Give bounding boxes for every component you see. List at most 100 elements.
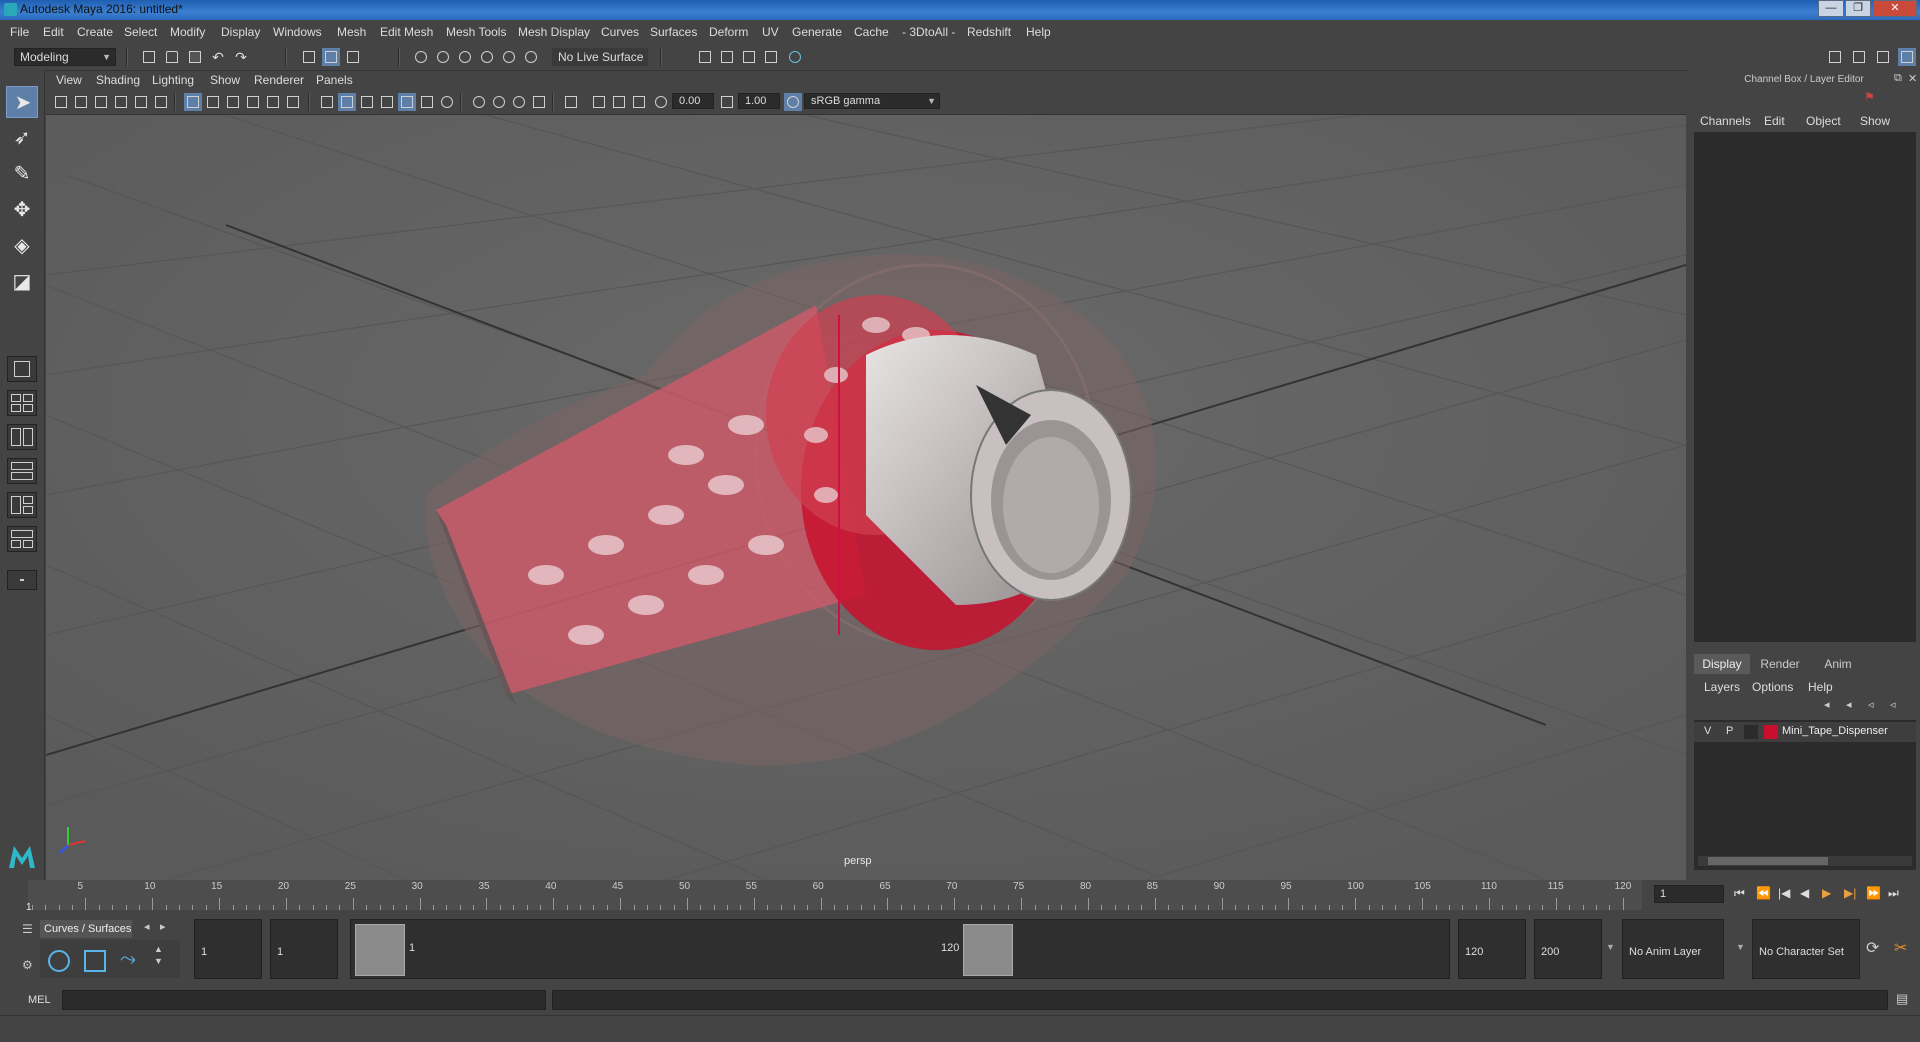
layer-menu-options[interactable]: Options xyxy=(1752,680,1793,694)
paint-select-tool-button[interactable]: ✎ xyxy=(6,158,38,190)
snap-point-icon[interactable] xyxy=(456,48,474,66)
ipr-render-icon[interactable] xyxy=(740,48,758,66)
playback-start-field[interactable]: 1 xyxy=(270,919,338,979)
layer-playback-toggle[interactable]: P xyxy=(1726,725,1733,737)
render-frame-icon[interactable] xyxy=(718,48,736,66)
attribute-editor-icon[interactable] xyxy=(1874,48,1892,66)
resolution-gate-icon[interactable] xyxy=(224,93,242,111)
close-panel-icon[interactable]: ✕ xyxy=(1908,72,1917,85)
channel-box-menu-show[interactable]: Show xyxy=(1860,114,1890,128)
new-layer-selected-icon[interactable]: ◃ xyxy=(1890,698,1908,716)
gate-mask-icon[interactable] xyxy=(244,93,262,111)
close-button[interactable]: ✕ xyxy=(1873,0,1917,17)
four-view-layout-button[interactable] xyxy=(7,390,37,416)
redo-icon[interactable]: ↷ xyxy=(232,48,250,66)
shelf-scroll-up-icon[interactable]: ▲ xyxy=(154,944,163,954)
field-chart-icon[interactable] xyxy=(264,93,282,111)
x-ray-icon[interactable] xyxy=(398,93,416,111)
layer-reference-toggle[interactable] xyxy=(1744,725,1758,739)
gamma-field[interactable]: 1.00 xyxy=(738,93,780,109)
smooth-shade-icon[interactable] xyxy=(338,93,356,111)
menu-file[interactable]: File xyxy=(10,25,29,39)
layer-row[interactable]: V P Mini_Tape_Dispenser xyxy=(1694,722,1916,742)
camera-attributes-icon[interactable] xyxy=(72,93,90,111)
play-backwards-icon[interactable]: ◀ xyxy=(1800,886,1809,900)
layer-menu-layers[interactable]: Layers xyxy=(1704,680,1740,694)
shelf-next-tab-icon[interactable]: ▸ xyxy=(160,920,166,933)
viewport-menu-show[interactable]: Show xyxy=(210,73,240,87)
lights-icon[interactable] xyxy=(438,93,456,111)
menu-help[interactable]: Help xyxy=(1026,25,1051,39)
tab-anim[interactable]: Anim xyxy=(1810,654,1866,674)
perspective-viewport[interactable]: View Shading Lighting Show Renderer Pane… xyxy=(46,72,1686,880)
menu-edit[interactable]: Edit xyxy=(43,25,64,39)
menu-uv[interactable]: UV xyxy=(762,25,779,39)
menu-select[interactable]: Select xyxy=(124,25,157,39)
playback-end-field[interactable]: 120 xyxy=(1458,919,1526,979)
xray-active-icon[interactable] xyxy=(610,93,628,111)
anim-layer-dropdown[interactable]: No Anim Layer xyxy=(1622,919,1724,979)
menu-deform[interactable]: Deform xyxy=(709,25,748,39)
step-forward-key-icon[interactable]: ⏩ xyxy=(1866,886,1881,900)
persp-outliner-layout-button[interactable] xyxy=(7,424,37,450)
grease-pencil-icon[interactable] xyxy=(152,93,170,111)
move-layer-up-icon[interactable]: ◂ xyxy=(1824,698,1842,716)
exposure-field[interactable]: 0.00 xyxy=(672,93,714,109)
shelf-menu-icon[interactable]: ☰ xyxy=(22,922,33,936)
menu-create[interactable]: Create xyxy=(77,25,113,39)
channel-box-menu-object[interactable]: Object xyxy=(1806,114,1841,128)
render-settings-icon[interactable] xyxy=(762,48,780,66)
layer-color-swatch[interactable] xyxy=(1764,725,1778,739)
film-gate-icon[interactable] xyxy=(204,93,222,111)
channel-box-toggle-icon[interactable] xyxy=(1898,48,1916,66)
wireframe-on-shaded-icon[interactable] xyxy=(378,93,396,111)
two-d-pan-icon[interactable] xyxy=(132,93,150,111)
menu-3dtoall[interactable]: - 3DtoAll - xyxy=(902,25,955,39)
snap-live-surface-icon[interactable] xyxy=(500,48,518,66)
chevron-down-icon[interactable]: ▼ xyxy=(1736,942,1745,952)
playback-range-slider[interactable]: 1 120 xyxy=(350,919,1450,979)
persp-graph-layout-button[interactable] xyxy=(7,458,37,484)
range-start-handle[interactable] xyxy=(355,924,405,976)
layer-name[interactable]: Mini_Tape_Dispenser xyxy=(1782,725,1888,737)
hypershade-icon[interactable] xyxy=(786,48,804,66)
viewport-menu-view[interactable]: View xyxy=(56,73,82,87)
play-forwards-icon[interactable]: ▶ xyxy=(1822,886,1831,900)
viewport-menu-lighting[interactable]: Lighting xyxy=(152,73,194,87)
menu-mesh-tools[interactable]: Mesh Tools xyxy=(446,25,506,39)
viewport-menu-renderer[interactable]: Renderer xyxy=(254,73,304,87)
character-set-dropdown[interactable]: No Character Set xyxy=(1752,919,1860,979)
step-forward-frame-icon[interactable]: ▶| xyxy=(1844,886,1856,900)
select-tool-button[interactable]: ➤ xyxy=(6,86,38,118)
viewport-menu-shading[interactable]: Shading xyxy=(96,73,140,87)
layer-horizontal-scrollbar[interactable] xyxy=(1698,856,1912,866)
maximize-button[interactable]: ❐ xyxy=(1845,0,1871,17)
lasso-tool-button[interactable]: ➶ xyxy=(6,122,38,154)
step-back-frame-icon[interactable]: |◀ xyxy=(1778,886,1790,900)
time-slider[interactable]: 5 10 15 20 25 30 35 40 45 50 55 60 65 70 75 80 85 90 95 100… xyxy=(0,880,1920,918)
nurbs-square-icon[interactable] xyxy=(84,950,106,972)
current-frame-field[interactable]: 1 xyxy=(1654,885,1724,903)
shelf-prev-tab-icon[interactable]: ◂ xyxy=(144,920,150,933)
channel-box-options-icon[interactable]: ⚑ xyxy=(1864,90,1875,104)
step-back-key-icon[interactable]: ⏪ xyxy=(1756,886,1771,900)
menu-curves[interactable]: Curves xyxy=(601,25,639,39)
select-hierarchy-icon[interactable] xyxy=(300,48,318,66)
use-default-material-icon[interactable] xyxy=(358,93,376,111)
chevron-down-icon[interactable]: ▼ xyxy=(1606,942,1615,952)
shelf-tab-curves-surfaces[interactable]: Curves / Surfaces xyxy=(40,920,132,938)
menu-set-dropdown[interactable]: Modeling ▼ xyxy=(14,48,116,66)
undo-icon[interactable]: ↶ xyxy=(209,48,227,66)
gamma-icon[interactable] xyxy=(718,93,736,111)
scrollbar-thumb[interactable] xyxy=(1708,857,1828,865)
motion-blur-icon[interactable] xyxy=(510,93,528,111)
shelf-settings-icon[interactable]: ⚙ xyxy=(22,958,33,972)
menu-surfaces[interactable]: Surfaces xyxy=(650,25,697,39)
script-editor-icon[interactable]: ▤ xyxy=(1896,991,1908,1007)
anti-aliasing-icon[interactable] xyxy=(530,93,548,111)
layer-menu-help[interactable]: Help xyxy=(1808,680,1833,694)
view-transform-dropdown[interactable]: sRGB gamma ▼ xyxy=(804,93,940,109)
menu-mesh-display[interactable]: Mesh Display xyxy=(518,25,590,39)
modeling-toolkit-icon[interactable] xyxy=(1850,48,1868,66)
move-layer-down-icon[interactable]: ◂ xyxy=(1846,698,1864,716)
